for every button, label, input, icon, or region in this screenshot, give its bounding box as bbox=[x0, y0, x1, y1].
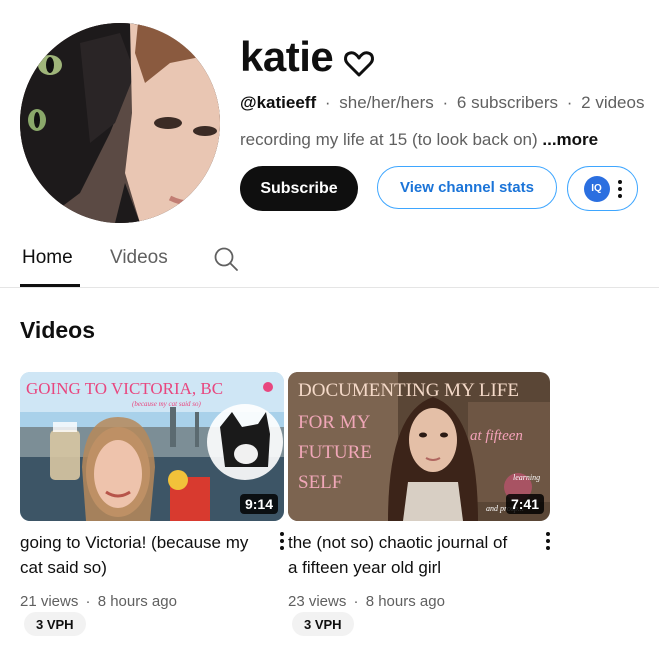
vph-badge: 3 VPH bbox=[24, 612, 86, 636]
channel-avatar[interactable] bbox=[20, 23, 220, 223]
more-vert-icon bbox=[617, 179, 622, 198]
separator: · bbox=[442, 93, 449, 112]
view-count: 23 views bbox=[288, 593, 347, 610]
channel-name: katie bbox=[240, 32, 375, 82]
search-icon[interactable] bbox=[213, 246, 239, 272]
video-title[interactable]: going to Victoria! (because my cat said … bbox=[20, 530, 250, 580]
video-meta: 21 views · 8 hours ago bbox=[20, 593, 177, 610]
separator: · bbox=[324, 93, 331, 112]
heart-icon bbox=[343, 41, 375, 77]
tab-videos[interactable]: Videos bbox=[110, 247, 168, 269]
thumb-title-line2: FOR MY bbox=[298, 412, 371, 433]
upload-age: 8 hours ago bbox=[365, 593, 445, 610]
channel-handle: @katieeff bbox=[240, 93, 317, 112]
channel-meta: @katieeff · she/her/hers · 6 subscribers… bbox=[240, 93, 644, 113]
channel-name-text: katie bbox=[240, 33, 334, 80]
vph-badge: 3 VPH bbox=[292, 612, 354, 636]
channel-description[interactable]: recording my life at 15 (to look back on… bbox=[240, 130, 598, 150]
view-count: 21 views bbox=[20, 593, 79, 610]
section-title: Videos bbox=[20, 317, 95, 343]
separator: · bbox=[353, 593, 359, 610]
more-vert-icon[interactable] bbox=[540, 532, 556, 554]
video-thumbnail[interactable]: GOING TO VICTORIA, BC (because my cat sa… bbox=[20, 372, 284, 521]
channel-tabs: Home Videos bbox=[0, 230, 659, 288]
upload-age: 8 hours ago bbox=[97, 593, 177, 610]
thumb-title-line1: DOCUMENTING MY LIFE bbox=[298, 380, 519, 401]
subscribe-button[interactable]: Subscribe bbox=[240, 166, 358, 211]
more-link[interactable]: ...more bbox=[542, 130, 598, 149]
thumb-title-line3: FUTURE bbox=[298, 442, 372, 463]
video-card[interactable]: GOING TO VICTORIA, BC (because my cat sa… bbox=[20, 372, 284, 636]
pronouns: she/her/hers bbox=[339, 93, 434, 112]
video-duration: 9:14 bbox=[239, 494, 278, 514]
description-text: recording my life at 15 (to look back on… bbox=[240, 130, 538, 149]
tab-home[interactable]: Home bbox=[22, 247, 73, 269]
active-tab-indicator bbox=[20, 284, 80, 287]
separator: · bbox=[566, 93, 573, 112]
video-meta: 23 views · 8 hours ago bbox=[288, 593, 445, 610]
video-thumbnail[interactable]: DOCUMENTING MY LIFE FOR MY FUTURE SELF a… bbox=[288, 372, 550, 521]
video-card[interactable]: DOCUMENTING MY LIFE FOR MY FUTURE SELF a… bbox=[288, 372, 550, 636]
thumb-title-line4: SELF bbox=[298, 472, 342, 493]
subscriber-count: 6 subscribers bbox=[456, 93, 558, 112]
extension-menu-button[interactable]: IQ bbox=[567, 166, 638, 211]
video-title[interactable]: the (not so) chaotic journal of a fiftee… bbox=[288, 530, 518, 580]
video-duration: 7:41 bbox=[505, 494, 544, 514]
thumb-side-text: at fifteen bbox=[470, 428, 523, 444]
thumb-title-text: GOING TO VICTORIA, BC bbox=[26, 379, 223, 398]
view-channel-stats-button[interactable]: View channel stats bbox=[377, 166, 557, 209]
thumb-small-text: learning bbox=[513, 473, 540, 482]
thumb-subtitle-text: (because my cat said so) bbox=[132, 400, 201, 408]
extension-logo-icon: IQ bbox=[583, 175, 610, 202]
video-count: 2 videos bbox=[581, 93, 645, 112]
separator: · bbox=[85, 593, 91, 610]
